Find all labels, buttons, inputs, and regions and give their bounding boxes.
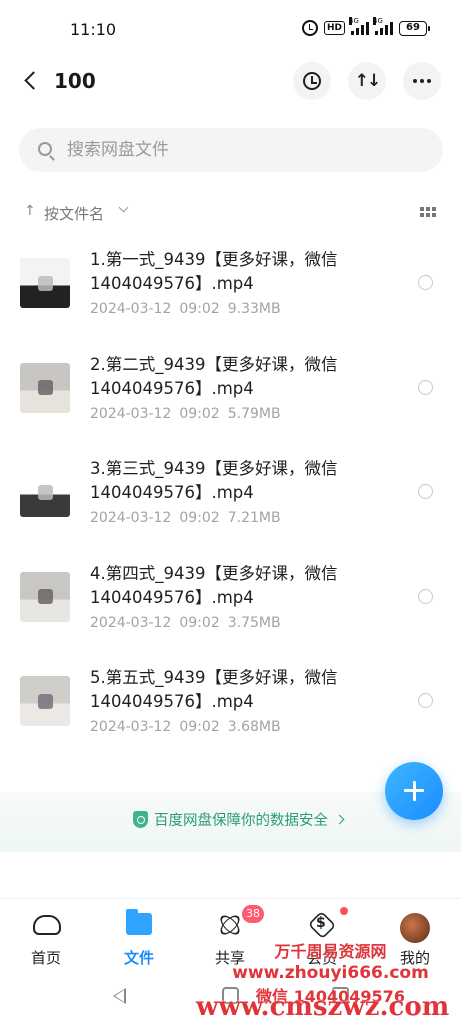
file-time: 09:02 <box>179 719 220 735</box>
file-time: 09:02 <box>179 614 220 631</box>
file-name: 5.第五式_9439【更多好课，微信1404049576】.mp4 <box>90 668 338 711</box>
signal-icon: 4G <box>373 17 393 35</box>
sort-row: ↑ 按文件名 <box>24 200 436 226</box>
chevron-right-icon <box>334 814 345 825</box>
video-thumbnail <box>20 571 70 622</box>
file-date: 2024-03-12 <box>90 719 172 735</box>
file-size: 7.21MB <box>227 510 281 526</box>
sort-button[interactable]: ↑↓ <box>348 62 386 100</box>
file-date: 2024-03-12 <box>90 405 172 422</box>
file-time: 09:02 <box>179 405 220 422</box>
file-list: 1.第一式_9439【更多好课，微信1404049576】.mp4 2024-0… <box>0 240 461 763</box>
file-meta: 2024-03-12 09:02 7.21MB <box>90 510 281 526</box>
file-date: 2024-03-12 <box>90 301 172 317</box>
thumbnail-figure <box>37 693 53 709</box>
status-icons: HD 4G 4G 69 <box>301 17 430 36</box>
select-checkbox[interactable] <box>418 484 433 499</box>
select-checkbox[interactable] <box>418 693 433 708</box>
nav-item-files[interactable]: 文件 <box>104 909 174 968</box>
status-time: 11:10 <box>70 20 117 39</box>
file-name: 3.第三式_9439【更多好课，微信1404049576】.mp4 <box>90 459 338 502</box>
file-date: 2024-03-12 <box>90 510 172 526</box>
video-thumbnail <box>20 467 70 517</box>
file-size: 3.75MB <box>227 614 281 631</box>
cloud-icon <box>33 915 61 935</box>
nav-item-home[interactable]: 首页 <box>11 911 81 968</box>
header: 100 ↑↓ <box>0 60 461 104</box>
nav-label: 文件 <box>123 949 154 967</box>
signal-icon: 4G <box>349 17 369 35</box>
file-time: 09:02 <box>179 510 220 526</box>
file-size: 3.68MB <box>227 719 281 735</box>
file-item[interactable]: 3.第三式_9439【更多好课，微信1404049576】.mp4 2024-0… <box>0 449 461 554</box>
dollar-icon: $ <box>316 915 326 931</box>
video-thumbnail <box>20 258 70 308</box>
back-button[interactable] <box>22 70 42 92</box>
nav-label: 会员 <box>306 949 337 967</box>
video-thumbnail <box>20 676 70 726</box>
nav-item-mine[interactable]: 我的 <box>380 911 450 968</box>
add-button[interactable] <box>385 762 443 820</box>
file-name: 1.第一式_9439【更多好课，微信1404049576】.mp4 <box>90 250 338 293</box>
signal-tag: 4G <box>349 17 359 25</box>
file-item[interactable]: 2.第二式_9439【更多好课，微信1404049576】.mp4 2024-0… <box>0 345 461 450</box>
select-checkbox[interactable] <box>418 588 433 604</box>
search-input[interactable] <box>67 128 427 172</box>
signal-tag: 4G <box>373 17 383 25</box>
file-date: 2024-03-12 <box>90 614 172 631</box>
bottom-nav: 首页 文件 38 共享 $ 会员 我的 <box>0 898 461 978</box>
grid-view-icon[interactable] <box>420 207 436 217</box>
hd-badge: HD <box>323 21 345 35</box>
file-item[interactable]: 4.第四式_9439【更多好课，微信1404049576】.mp4 2024-0… <box>0 554 461 659</box>
file-name: 4.第四式_9439【更多好课，微信1404049576】.mp4 <box>90 563 338 607</box>
file-item[interactable]: 1.第一式_9439【更多好课，微信1404049576】.mp4 2024-0… <box>0 240 461 345</box>
file-meta: 2024-03-12 09:02 9.33MB <box>90 301 281 317</box>
more-icon <box>413 79 431 83</box>
select-checkbox[interactable] <box>418 275 433 290</box>
nav-item-share[interactable]: 38 共享 <box>195 905 265 968</box>
thumbnail-figure <box>37 589 53 604</box>
nav-label: 共享 <box>214 949 245 967</box>
file-item[interactable]: 5.第五式_9439【更多好课，微信1404049576】.mp4 2024-0… <box>0 658 461 763</box>
thumbnail-figure <box>37 275 53 291</box>
nav-label: 我的 <box>399 949 430 967</box>
battery-icon: 69 <box>399 20 430 36</box>
thumbnail-figure <box>37 484 53 500</box>
file-meta: 2024-03-12 09:02 5.79MB <box>90 406 281 422</box>
nav-label: 首页 <box>30 949 61 967</box>
sort-direction-icon[interactable]: ↑ <box>24 203 36 219</box>
history-button[interactable] <box>293 62 331 100</box>
alarm-icon <box>301 20 318 36</box>
banner-content: 百度网盘保障你的数据安全 <box>133 809 345 830</box>
share-badge: 38 <box>242 905 264 923</box>
more-button[interactable] <box>403 62 441 100</box>
file-name: 2.第二式_9439【更多好课，微信1404049576】.mp4 <box>90 354 338 398</box>
file-size: 9.33MB <box>227 301 281 317</box>
sort-label[interactable]: 按文件名 <box>44 203 104 224</box>
chevron-down-icon[interactable] <box>118 202 129 213</box>
system-back-icon[interactable] <box>113 988 126 1004</box>
page-title: 100 <box>54 69 96 93</box>
file-meta: 2024-03-12 09:02 3.68MB <box>90 719 281 735</box>
select-checkbox[interactable] <box>418 379 433 395</box>
watermark-url: www.cmszwz.com <box>196 992 450 1022</box>
banner-text: 百度网盘保障你的数据安全 <box>154 813 328 829</box>
shield-icon <box>133 811 148 828</box>
search-icon <box>38 142 52 156</box>
history-icon <box>303 72 321 90</box>
file-meta: 2024-03-12 09:02 3.75MB <box>90 615 281 631</box>
search-box[interactable] <box>19 128 443 172</box>
video-thumbnail <box>20 362 70 413</box>
avatar <box>400 913 430 943</box>
nav-item-vip[interactable]: $ 会员 <box>287 907 357 968</box>
file-time: 09:02 <box>179 301 220 317</box>
thumbnail-figure <box>37 380 53 395</box>
file-size: 5.79MB <box>227 405 281 422</box>
notification-dot <box>340 907 348 915</box>
status-bar: 11:10 HD 4G 4G 69 <box>0 0 461 60</box>
folder-icon <box>126 909 152 935</box>
sort-icon: ↑↓ <box>354 71 381 91</box>
